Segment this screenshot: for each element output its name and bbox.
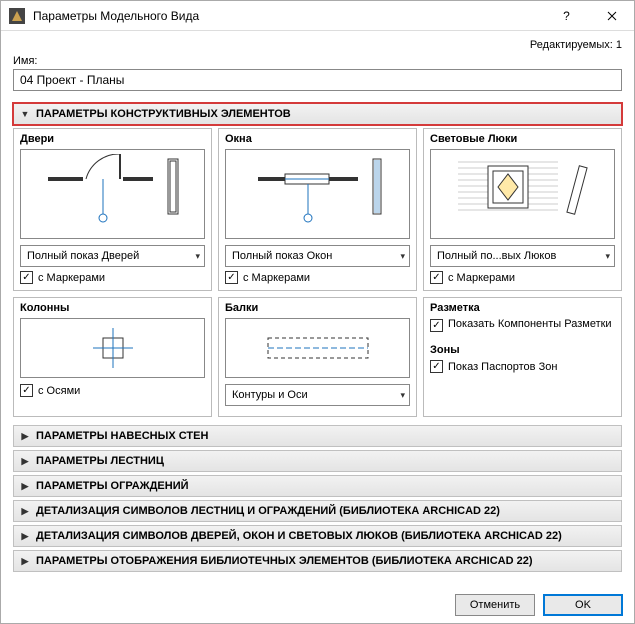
close-icon (607, 11, 617, 21)
section-header-construct[interactable]: ▼ ПАРАМЕТРЫ КОНСТРУКТИВНЫХ ЭЛЕМЕНТОВ (13, 103, 622, 125)
section-title: ДЕТАЛИЗАЦИЯ СИМВОЛОВ ДВЕРЕЙ, ОКОН И СВЕТ… (36, 530, 562, 542)
cancel-button[interactable]: Отменить (455, 594, 535, 616)
skylights-preview-icon (448, 154, 598, 234)
checkbox-icon (430, 360, 443, 373)
section-title: ПАРАМЕТРЫ ОГРАЖДЕНИЙ (36, 480, 189, 492)
doors-preview-icon (38, 154, 188, 234)
section-header-door-detail[interactable]: ▶ ДЕТАЛИЗАЦИЯ СИМВОЛОВ ДВЕРЕЙ, ОКОН И СВ… (13, 525, 622, 547)
section-title-construct: ПАРАМЕТРЫ КОНСТРУКТИВНЫХ ЭЛЕМЕНТОВ (36, 108, 291, 120)
chevron-down-icon: ▾ (400, 251, 405, 262)
windows-markers-check[interactable]: с Маркерами (225, 271, 410, 284)
checkbox-icon (225, 271, 238, 284)
windows-cell: Окна Полн (218, 128, 417, 291)
chevron-right-icon: ▶ (20, 431, 30, 442)
chevron-down-icon: ▾ (605, 251, 610, 262)
section-header-railings[interactable]: ▶ ПАРАМЕТРЫ ОГРАЖДЕНИЙ (13, 475, 622, 497)
zones-passports-label: Показ Паспортов Зон (448, 361, 557, 373)
markup-show-check[interactable]: Показать Компоненты Разметки (430, 318, 615, 332)
beams-combo[interactable]: Контуры и Оси ▾ (225, 384, 410, 406)
zones-title: Зоны (430, 344, 615, 356)
checkbox-icon (20, 271, 33, 284)
windows-preview-icon (243, 154, 393, 234)
beams-combo-label: Контуры и Оси (232, 389, 308, 401)
doors-cell: Двери Пол (13, 128, 212, 291)
chevron-down-icon: ▾ (195, 251, 200, 262)
skylights-markers-check[interactable]: с Маркерами (430, 271, 615, 284)
close-button[interactable] (589, 1, 634, 31)
section-title: ПАРАМЕТРЫ НАВЕСНЫХ СТЕН (36, 430, 208, 442)
chevron-down-icon: ▼ (20, 109, 30, 119)
columns-preview (20, 318, 205, 378)
skylights-preview (430, 149, 615, 239)
titlebar: Параметры Модельного Вида ? (1, 1, 634, 31)
section-title: ПАРАМЕТРЫ ОТОБРАЖЕНИЯ БИБЛИОТЕЧНЫХ ЭЛЕМЕ… (36, 555, 533, 567)
columns-cell: Колонны с Осями (13, 297, 212, 417)
checkbox-icon (430, 271, 443, 284)
ok-button[interactable]: OK (543, 594, 623, 616)
checkbox-icon (20, 384, 33, 397)
markup-show-label: Показать Компоненты Разметки (448, 318, 612, 330)
app-icon (9, 8, 25, 24)
chevron-right-icon: ▶ (20, 556, 30, 567)
zones-passports-check[interactable]: Показ Паспортов Зон (430, 360, 615, 373)
beams-title: Балки (225, 302, 410, 314)
chevron-right-icon: ▶ (20, 531, 30, 542)
doors-markers-label: с Маркерами (38, 272, 105, 284)
help-button[interactable]: ? (544, 1, 589, 31)
skylights-markers-label: с Маркерами (448, 272, 515, 284)
chevron-right-icon: ▶ (20, 481, 30, 492)
checkbox-icon (430, 319, 443, 332)
section-header-library[interactable]: ▶ ПАРАМЕТРЫ ОТОБРАЖЕНИЯ БИБЛИОТЕЧНЫХ ЭЛЕ… (13, 550, 622, 572)
skylights-combo[interactable]: Полный по...вых Люков ▾ (430, 245, 615, 267)
doors-markers-check[interactable]: с Маркерами (20, 271, 205, 284)
name-input[interactable] (13, 69, 622, 91)
window-title: Параметры Модельного Вида (33, 9, 544, 23)
columns-axes-label: с Осями (38, 385, 80, 397)
markup-title: Разметка (430, 302, 615, 314)
beams-preview-icon (248, 323, 388, 373)
skylights-title: Световые Люки (430, 133, 615, 145)
doors-combo[interactable]: Полный показ Дверей ▾ (20, 245, 205, 267)
chevron-right-icon: ▶ (20, 506, 30, 517)
name-label: Имя: (13, 55, 622, 67)
section-title: ДЕТАЛИЗАЦИЯ СИМВОЛОВ ЛЕСТНИЦ И ОГРАЖДЕНИ… (36, 505, 500, 517)
editable-count: Редактируемых: 1 (13, 37, 622, 55)
windows-combo-label: Полный показ Окон (232, 250, 332, 262)
windows-markers-label: с Маркерами (243, 272, 310, 284)
section-header-stairs[interactable]: ▶ ПАРАМЕТРЫ ЛЕСТНИЦ (13, 450, 622, 472)
section-header-stair-detail[interactable]: ▶ ДЕТАЛИЗАЦИЯ СИМВОЛОВ ЛЕСТНИЦ И ОГРАЖДЕ… (13, 500, 622, 522)
section-title: ПАРАМЕТРЫ ЛЕСТНИЦ (36, 455, 164, 467)
beams-cell: Балки Контуры и Оси ▾ (218, 297, 417, 417)
columns-title: Колонны (20, 302, 205, 314)
skylights-combo-label: Полный по...вых Люков (437, 250, 556, 262)
doors-combo-label: Полный показ Дверей (27, 250, 139, 262)
chevron-right-icon: ▶ (20, 456, 30, 467)
chevron-down-icon: ▾ (400, 390, 405, 401)
markup-cell: Разметка Показать Компоненты Разметки Зо… (423, 297, 622, 417)
doors-preview (20, 149, 205, 239)
doors-title: Двери (20, 133, 205, 145)
windows-combo[interactable]: Полный показ Окон ▾ (225, 245, 410, 267)
windows-preview (225, 149, 410, 239)
columns-axes-check[interactable]: с Осями (20, 384, 205, 397)
section-body-construct: Двери Пол (13, 128, 622, 417)
section-header-curtain[interactable]: ▶ ПАРАМЕТРЫ НАВЕСНЫХ СТЕН (13, 425, 622, 447)
windows-title: Окна (225, 133, 410, 145)
beams-preview (225, 318, 410, 378)
columns-preview-icon (83, 323, 143, 373)
skylights-cell: Световые Люки (423, 128, 622, 291)
